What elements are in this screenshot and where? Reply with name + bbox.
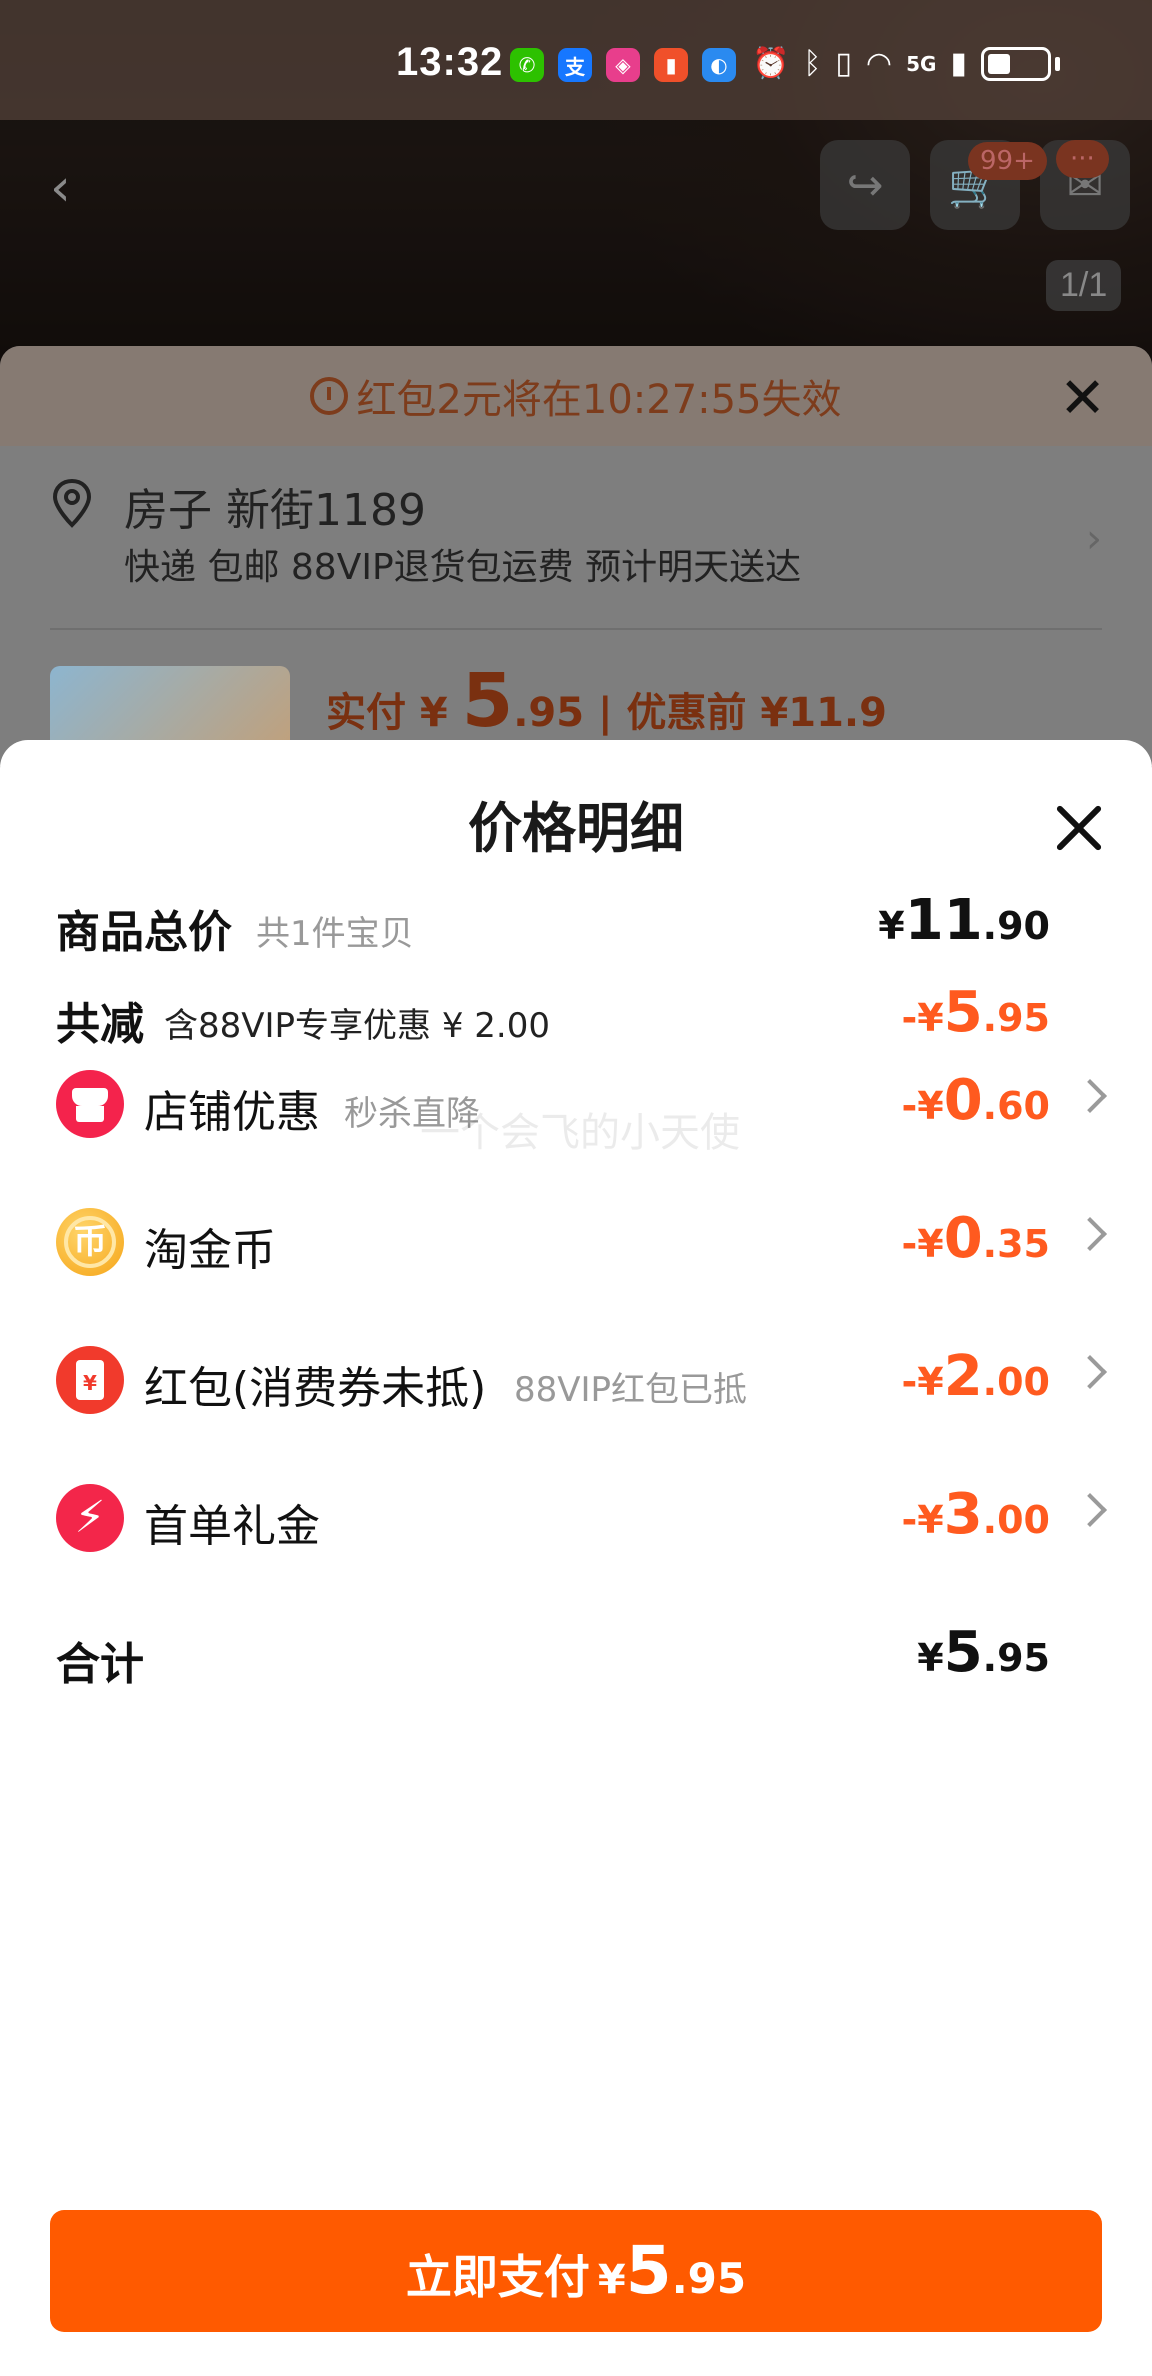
- coin-icon: 币: [56, 1208, 124, 1276]
- image-counter: 1/1: [1046, 260, 1122, 311]
- red-envelope-timer: 红包2元将在10:27:55失效: [0, 346, 1152, 446]
- alipay-icon: 支: [558, 48, 592, 82]
- chevron-right-icon: [1073, 1493, 1107, 1527]
- signal-icon: ▮: [950, 46, 967, 81]
- total-discount-amount: -¥5.95: [901, 980, 1050, 1045]
- order-close-icon[interactable]: ✕: [1059, 366, 1106, 431]
- app-icon: ◐: [702, 48, 736, 82]
- system-status: ⏰ ᛒ ▯ ◠ 5G ▮: [752, 46, 1060, 81]
- discount-amount: -¥3.00: [901, 1482, 1050, 1547]
- status-app-icons: ✆ 支 ◈ ▮ ◐: [510, 48, 736, 82]
- discount-label: 首单礼金: [144, 1501, 320, 1552]
- status-bar: 13:32 ✆ 支 ◈ ▮ ◐ ⏰ ᛒ ▯ ◠ 5G ▮: [0, 0, 1152, 120]
- watermark: 一个会飞的小天使: [420, 1110, 740, 1156]
- clock-icon: [310, 377, 349, 415]
- cart-badge: 99+: [968, 142, 1047, 180]
- vibrate-icon: ▯: [835, 46, 852, 81]
- discount-amount: -¥2.00: [901, 1344, 1050, 1409]
- status-time: 13:32: [396, 40, 504, 84]
- discount-amount: -¥0.35: [901, 1206, 1050, 1271]
- wechat-icon: ✆: [510, 48, 544, 82]
- items-count: 共1件宝贝: [256, 914, 414, 954]
- red-envelope-icon: ¥: [56, 1346, 124, 1414]
- discount-row-red-envelope[interactable]: ¥ 红包(消费券未抵) 88VIP红包已抵 -¥2.00: [0, 1330, 1152, 1430]
- lightning-icon: ⚡: [56, 1484, 124, 1552]
- sum-amount: ¥5.95: [917, 1620, 1050, 1685]
- price-detail-sheet: 价格明细 商品总价 共1件宝贝 ¥11.90 共减 含88VIP专享优惠 ¥ 2…: [0, 740, 1152, 2376]
- wifi-icon: ◠: [865, 46, 893, 81]
- address-name: 房子 新街1189: [124, 485, 426, 536]
- app-icon: ▮: [654, 48, 688, 82]
- sum-label: 合计: [56, 1639, 144, 1690]
- order-sheet: 红包2元将在10:27:55失效 ✕ 房子 新街1189 快递 包邮 88VIP…: [0, 346, 1152, 766]
- chevron-right-icon: [1073, 1217, 1107, 1251]
- chevron-right-icon: [1073, 1355, 1107, 1389]
- total-discount-row: 共减 含88VIP专享优惠 ¥ 2.00 -¥5.95: [0, 966, 1152, 1066]
- discount-row-first-order[interactable]: ⚡ 首单礼金 -¥3.00: [0, 1468, 1152, 1568]
- vip-discount-note: 含88VIP专享优惠 ¥ 2.00: [164, 1006, 551, 1046]
- timer-text: 红包2元将在10:27:55失效: [356, 377, 842, 423]
- discount-label: 红包(消费券未抵): [144, 1363, 487, 1414]
- delivery-info: 快递 包邮 88VIP退货包运费 预计明天送达: [124, 547, 802, 588]
- discount-amount: -¥0.60: [901, 1068, 1050, 1133]
- discount-label: 淘金币: [144, 1225, 276, 1276]
- back-icon[interactable]: ‹: [50, 158, 71, 218]
- pay-now-button[interactable]: 立即支付 ¥5.95: [50, 2210, 1102, 2332]
- chevron-right-icon: ›: [1086, 516, 1102, 562]
- total-discount-label: 共减: [56, 999, 144, 1050]
- items-total-row: 商品总价 共1件宝贝 ¥11.90: [0, 874, 1152, 974]
- sheet-title: 价格明细: [468, 797, 684, 860]
- discount-row-coins[interactable]: 币 淘金币 -¥0.35: [0, 1192, 1152, 1292]
- battery-icon: [980, 46, 1051, 81]
- message-badge: ···: [1056, 140, 1109, 178]
- shop-icon: [56, 1070, 124, 1138]
- discount-label: 店铺优惠: [144, 1087, 320, 1138]
- close-icon[interactable]: [1052, 802, 1104, 854]
- bluetooth-icon: ᛒ: [803, 46, 822, 81]
- app-icon: ◈: [606, 48, 640, 82]
- network-label: 5G: [906, 51, 937, 76]
- location-pin-icon: [52, 478, 92, 528]
- items-total-label: 商品总价: [56, 907, 232, 958]
- items-total-amount: ¥11.90: [878, 888, 1050, 953]
- share-icon[interactable]: ↪: [820, 140, 910, 230]
- actual-payment: 实付 ¥ 5.95 | 优惠前 ¥11.9: [326, 658, 887, 744]
- alarm-icon: ⏰: [752, 46, 790, 81]
- discount-sub: 88VIP红包已抵: [514, 1370, 748, 1410]
- chevron-right-icon: [1073, 1079, 1107, 1113]
- sum-row: 合计 ¥5.95: [0, 1606, 1152, 1706]
